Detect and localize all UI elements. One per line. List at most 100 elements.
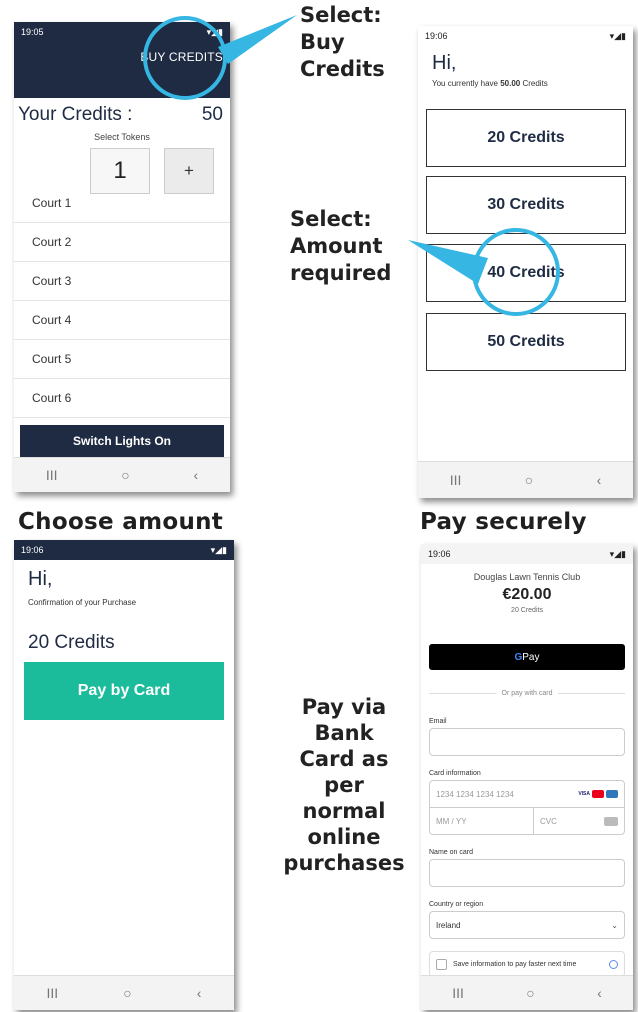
credit-option-50[interactable]: 50 Credits [426,313,626,371]
recents-icon[interactable]: III [452,985,464,1001]
note-line: Select: [300,3,382,27]
card-number-placeholder: 1234 1234 1234 1234 [436,789,514,799]
note-select-amount: Select: Amount required [290,206,391,287]
amex-icon [606,790,618,798]
note-line: Pay via [301,695,387,719]
note-line: Card as [299,747,389,771]
home-icon[interactable]: ○ [525,472,533,488]
back-icon[interactable]: ‹ [193,467,198,483]
home-icon[interactable]: ○ [121,467,129,483]
checkout-summary: Douglas Lawn Tennis Club €20.00 20 Credi… [421,572,633,614]
greeting: Hi, [28,568,53,590]
note-line: Select: [290,207,372,231]
note-line: per [324,773,364,797]
signal-icon: ▾◢▮ [609,30,626,41]
credit-option-20[interactable]: 20 Credits [426,109,626,167]
current-credits-suffix: Credits [520,79,548,88]
merchant-name: Douglas Lawn Tennis Club [473,572,581,582]
note-line: purchases [283,851,405,875]
country-label: Country or region [429,901,484,908]
android-nav-bar: III ○ ‹ [421,975,633,1010]
cvc-placeholder: CVC [540,816,557,826]
product-name: 20 Credits [511,607,543,614]
android-nav-bar: III ○ ‹ [418,461,633,498]
court-item-5[interactable]: Court 5 [14,340,230,379]
select-tokens-label: Select Tokens [94,132,150,142]
back-icon[interactable]: ‹ [197,985,202,1001]
save-info-checkbox[interactable] [436,958,447,970]
clock: 19:06 [425,31,448,41]
court-item-4[interactable]: Court 4 [14,301,230,340]
save-info-text: Save information to pay faster next time [453,960,577,968]
credit-option-30[interactable]: 30 Credits [426,176,626,234]
clock: 19:06 [428,549,451,559]
screen-select-amount: 19:06 ▾◢▮ Hi, You currently have 50.00 C… [418,26,633,498]
pay-by-card-button[interactable]: Pay by Card [24,662,224,720]
credits-value: 50 [201,104,223,125]
credits-label: Your Credits : [18,104,133,125]
divider-line-right [558,693,625,694]
google-pay-button[interactable]: G Pay [429,644,625,670]
visa-icon: VISA [578,791,590,797]
card-expiry-cvc-row: MM / YY CVC [429,808,625,835]
email-field[interactable] [429,728,625,756]
recents-icon[interactable]: III [450,472,462,488]
info-icon[interactable] [609,959,618,969]
name-on-card-field[interactable] [429,859,625,887]
recents-icon[interactable]: III [46,467,58,483]
back-icon[interactable]: ‹ [597,985,602,1001]
card-info-label: Card information [429,770,481,777]
country-value: Ireland [436,920,461,930]
android-nav-bar: III ○ ‹ [14,975,234,1010]
note-pay-via-card: Pay via Bank Card as per normal online p… [266,694,422,876]
mastercard-icon [592,790,604,798]
google-g-icon: G [514,651,523,663]
court-list: Court 1 Court 2 Court 3 Court 4 Court 5 … [14,184,230,418]
status-bar: 19:06 ▾◢▮ [421,544,633,564]
home-icon[interactable]: ○ [123,985,131,1001]
android-nav-bar: III ○ ‹ [14,457,230,492]
current-credits-prefix: You currently have [432,79,501,88]
cvc-field[interactable]: CVC [534,808,625,835]
note-line: Buy [300,30,345,54]
google-pay-label: Pay [522,651,540,663]
buy-credits-button[interactable]: BUY CREDITS [140,50,223,64]
note-line: normal [302,799,386,823]
switch-lights-button[interactable]: Switch Lights On [20,425,224,457]
expiry-placeholder: MM / YY [436,816,467,826]
court-item-2[interactable]: Court 2 [14,223,230,262]
card-number-field[interactable]: 1234 1234 1234 1234 VISA [429,780,625,808]
court-item-6[interactable]: Court 6 [14,379,230,418]
chevron-down-icon: ⌄ [611,920,618,930]
screen-confirmation: 19:06 ▾◢▮ Hi, Confirmation of your Purch… [14,540,234,1010]
name-on-card-label: Name on card [429,849,473,856]
or-pay-divider: Or pay with card [429,690,625,697]
save-info-checkbox-row[interactable]: Save information to pay faster next time [429,951,625,977]
divider-line-left [429,693,496,694]
screen-courts: 19:05 ▾◢▮ BUY CREDITS Your Credits : 50 … [14,22,230,492]
back-icon[interactable]: ‹ [597,472,602,488]
current-credits-text: You currently have 50.00 Credits [432,79,548,88]
note-line: Credits [300,57,385,81]
credit-option-40[interactable]: 40 Credits [426,244,626,302]
screen-checkout: 19:06 ▾◢▮ Douglas Lawn Tennis Club €20.0… [421,544,633,1010]
email-label: Email [429,718,447,725]
court-item-1[interactable]: Court 1 [14,184,230,223]
purchase-credits: 20 Credits [28,632,115,653]
current-credits-amount: 50.00 [500,79,521,88]
recents-icon[interactable]: III [47,985,59,1001]
clock: 19:05 [21,27,44,37]
status-bar: 19:06 ▾◢▮ [14,540,234,560]
or-pay-text: Or pay with card [501,690,553,697]
court-item-3[interactable]: Court 3 [14,262,230,301]
home-icon[interactable]: ○ [526,985,534,1001]
caption-choose-amount: Choose amount [18,509,224,535]
signal-icon: ▾◢▮ [609,548,626,559]
greeting: Hi, [432,52,457,74]
note-line: required [290,261,392,285]
note-line: online [307,825,381,849]
expiry-field[interactable]: MM / YY [429,808,534,835]
note-select-buy-credits: Select: Buy Credits [300,2,385,83]
country-select[interactable]: Ireland ⌄ [429,911,625,939]
signal-icon: ▾◢▮ [210,544,227,555]
